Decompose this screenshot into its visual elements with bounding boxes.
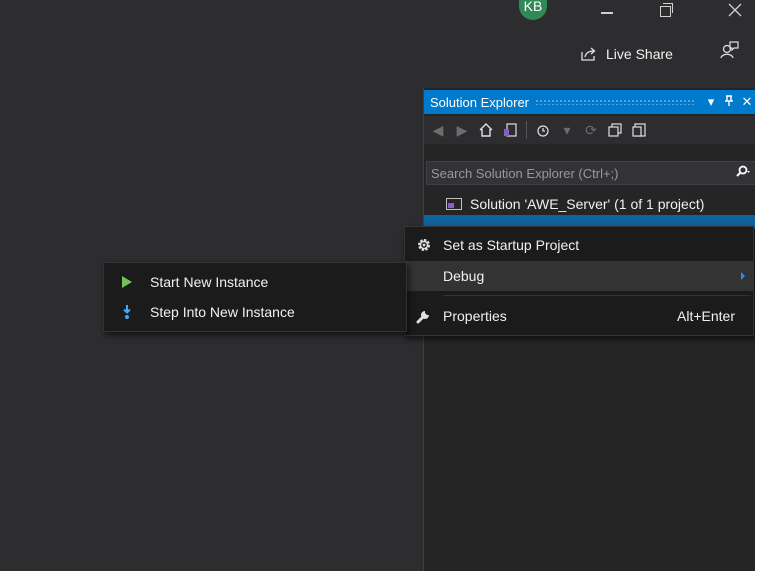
switch-views-icon[interactable] (500, 120, 520, 140)
close-window-button[interactable] (710, 0, 755, 22)
menu-item-debug[interactable]: Debug (405, 261, 753, 291)
minimize-button[interactable] (585, 0, 631, 22)
back-icon[interactable]: ◀ (428, 120, 448, 140)
sync-icon[interactable]: ⟳ (581, 120, 601, 140)
feedback-button[interactable] (720, 40, 740, 65)
menu-item-start-new-instance[interactable]: Start New Instance (104, 267, 406, 297)
gear-icon (405, 237, 443, 253)
wrench-icon (405, 308, 443, 324)
live-share-label: Live Share (606, 46, 673, 62)
context-menu: Set as Startup Project Debug Properties … (404, 226, 754, 336)
search-icon[interactable] (735, 165, 755, 182)
live-share-button[interactable]: Live Share (580, 42, 673, 66)
menu-item-step-into-new-instance[interactable]: Step Into New Instance (104, 297, 406, 327)
ide-window: KB Live Share Solution Explorer ▾ ✕ ◀ ▶ … (0, 0, 755, 571)
menu-item-properties[interactable]: Properties Alt+Enter (405, 301, 753, 331)
solution-label: Solution 'AWE_Server' (1 of 1 project) (470, 196, 705, 212)
toolbar-separator (526, 121, 527, 139)
forward-icon[interactable]: ▶ (452, 120, 472, 140)
menu-item-label: Debug (443, 268, 485, 284)
play-icon (104, 275, 150, 289)
solution-explorer-toolbar: ◀ ▶ ▾ ⟳ (424, 116, 755, 144)
menu-separator (443, 295, 751, 296)
collapse-all-icon[interactable] (605, 120, 625, 140)
account-avatar[interactable]: KB (519, 0, 547, 20)
filter-dropdown-icon[interactable]: ▾ (557, 120, 577, 140)
menu-item-set-startup[interactable]: Set as Startup Project (405, 230, 753, 260)
pin-icon[interactable] (720, 94, 738, 110)
restore-button[interactable] (641, 0, 687, 22)
solution-search-input[interactable]: Search Solution Explorer (Ctrl+;) (426, 161, 755, 185)
feedback-person-icon (720, 41, 739, 59)
solution-explorer-title: Solution Explorer (430, 94, 529, 110)
solution-explorer-titlebar: Solution Explorer ▾ ✕ (424, 90, 755, 114)
menu-item-label: Set as Startup Project (443, 237, 580, 253)
menu-item-label: Start New Instance (150, 274, 269, 290)
menu-item-label: Properties (443, 308, 507, 324)
pending-changes-filter-icon[interactable] (533, 120, 553, 140)
dropdown-caret-icon[interactable]: ▾ (702, 94, 720, 110)
home-icon[interactable] (476, 120, 496, 140)
title-grip[interactable] (535, 99, 696, 105)
restore-icon-front (660, 6, 671, 17)
share-icon (581, 47, 596, 61)
submenu-arrow-icon (741, 272, 745, 280)
step-into-icon (104, 304, 150, 320)
menu-item-shortcut: Alt+Enter (677, 308, 735, 324)
solution-icon (446, 198, 462, 210)
debug-submenu: Start New Instance Step Into New Instanc… (103, 262, 407, 332)
menu-item-label: Step Into New Instance (150, 304, 295, 320)
close-panel-icon[interactable]: ✕ (738, 94, 755, 110)
close-icon (728, 3, 742, 17)
tree-item-solution[interactable]: Solution 'AWE_Server' (1 of 1 project) (424, 193, 755, 215)
search-placeholder: Search Solution Explorer (Ctrl+;) (431, 165, 619, 181)
title-bar: KB (0, 0, 755, 32)
show-all-files-icon[interactable] (629, 120, 649, 140)
